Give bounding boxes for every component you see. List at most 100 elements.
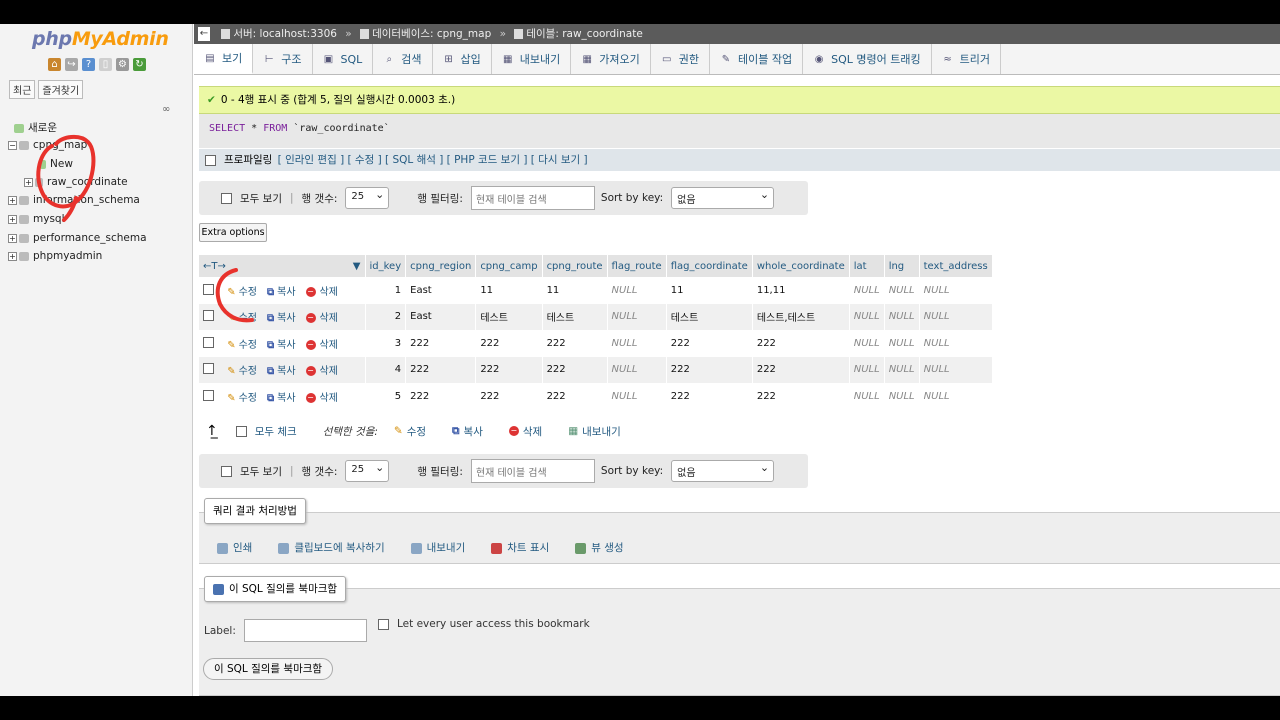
filter-input[interactable]: 현재 테이블 검색 (470, 459, 595, 483)
table-cell-flag-coordinate[interactable]: 222 (666, 383, 753, 410)
clipboard-link[interactable]: 클립보드에 복사하기 (278, 540, 385, 555)
column-header[interactable]: cpng_route (542, 255, 608, 277)
table-cell-text-address[interactable]: NULL (919, 277, 993, 304)
edit-button[interactable]: ✎ 수정 (227, 366, 257, 377)
table-cell-id-key[interactable]: 2 (365, 303, 407, 330)
table-row[interactable]: ✎ 수정 ⧉ 복사 − 삭제 5 222 222 222 NULL 222 222 NULL NULL NUL… (199, 383, 993, 410)
tab-search[interactable]: ⌕ 검색 (373, 44, 433, 74)
bulk-edit-button[interactable]: ✎ 수정 (394, 424, 426, 439)
table-cell-text-address[interactable]: NULL (919, 330, 993, 357)
column-header[interactable]: flag_route (607, 255, 667, 277)
table-cell-text-address[interactable]: NULL (919, 303, 993, 330)
help-icon[interactable]: ? (82, 58, 95, 71)
expand-icon[interactable]: + (8, 195, 17, 205)
favorites-tab[interactable]: 즐겨찾기 (38, 80, 84, 99)
table-cell-lat[interactable]: NULL (849, 303, 885, 330)
tab-import[interactable]: ▦ 가져오기 (571, 44, 651, 74)
row-checkbox[interactable] (203, 363, 214, 375)
tree-item-new-table[interactable]: New (40, 158, 73, 170)
table-cell-cpng-region[interactable]: 222 (405, 330, 477, 357)
delete-button[interactable]: − 삭제 (305, 286, 338, 298)
settings-icon[interactable]: ⚙ (116, 58, 129, 71)
profiling-links[interactable]: [ 인라인 편집 ] [ 수정 ] [ SQL 해석 ] [ PHP 코드 보기… (278, 154, 588, 166)
breadcrumb-database[interactable]: 데이터베이스: cpng_map (372, 28, 491, 40)
table-cell-cpng-region[interactable]: East (405, 277, 477, 304)
table-cell-cpng-route[interactable]: 11 (542, 277, 608, 304)
table-cell-whole-coordinate[interactable]: 222 (752, 356, 850, 383)
table-cell-lat[interactable]: NULL (849, 330, 885, 357)
table-cell-cpng-region[interactable]: East (405, 303, 477, 330)
sort-select[interactable]: 없음 (671, 187, 775, 209)
sort-dropdown-icon[interactable]: ▼ (353, 261, 361, 272)
table-cell-lng[interactable]: NULL (884, 330, 920, 357)
rows-select[interactable]: 25 (345, 187, 390, 209)
delete-button[interactable]: − 삭제 (305, 313, 338, 324)
table-cell-flag-route[interactable]: NULL (607, 303, 667, 330)
table-cell-text-address[interactable]: NULL (919, 356, 993, 383)
edit-button[interactable]: ✎ 수정 (227, 313, 257, 324)
check-all-label[interactable]: 모두 체크 (255, 424, 297, 439)
column-header[interactable]: lat (849, 255, 885, 277)
delete-button[interactable]: − 삭제 (305, 392, 338, 404)
check-all-checkbox[interactable] (235, 425, 247, 437)
expand-icon[interactable]: + (8, 251, 17, 261)
column-header[interactable]: id_key (365, 255, 407, 277)
breadcrumb-server[interactable]: 서버: localhost:3306 (233, 28, 337, 40)
table-cell-whole-coordinate[interactable]: 테스트,테스트 (752, 303, 850, 330)
table-cell-cpng-camp[interactable]: 테스트 (475, 303, 543, 330)
copy-button[interactable]: ⧉ 복사 (267, 287, 296, 298)
column-header[interactable]: cpng_region (405, 255, 477, 277)
tree-item-information-schema[interactable]: + information_schema (8, 194, 140, 206)
table-cell-cpng-route[interactable]: 222 (542, 383, 608, 410)
export-link[interactable]: 내보내기 (410, 540, 465, 555)
delete-button[interactable]: − 삭제 (305, 339, 338, 351)
profiling-checkbox[interactable] (205, 154, 216, 166)
table-cell-cpng-region[interactable]: 222 (405, 383, 477, 410)
rows-select[interactable]: 25 (345, 460, 390, 482)
row-checkbox[interactable] (203, 310, 214, 322)
tab-structure[interactable]: ⊢ 구조 (253, 44, 313, 74)
bulk-copy-button[interactable]: ⧉ 복사 (452, 424, 483, 439)
tree-item-phpmyadmin[interactable]: + phpmyadmin (8, 250, 102, 262)
table-cell-cpng-camp[interactable]: 222 (475, 356, 543, 383)
table-cell-cpng-camp[interactable]: 222 (475, 383, 543, 410)
table-cell-cpng-camp[interactable]: 222 (475, 330, 543, 357)
table-cell-flag-coordinate[interactable]: 11 (666, 277, 753, 304)
sort-select[interactable]: 없음 (671, 460, 775, 482)
table-cell-text-address[interactable]: NULL (919, 383, 993, 410)
tab-sql[interactable]: ▣ SQL (313, 44, 374, 74)
print-link[interactable]: 인쇄 (217, 540, 252, 555)
table-cell-cpng-route[interactable]: 테스트 (542, 303, 608, 330)
table-cell-lng[interactable]: NULL (884, 277, 920, 304)
tab-privileges[interactable]: ▭ 권한 (651, 44, 710, 74)
copy-button[interactable]: ⧉ 복사 (267, 393, 296, 404)
edit-button[interactable]: ✎ 수정 (227, 340, 257, 351)
breadcrumb-table[interactable]: 테이블: raw_coordinate (526, 28, 642, 40)
delete-button[interactable]: − 삭제 (305, 366, 338, 377)
tree-item-performance-schema[interactable]: + performance_schema (8, 232, 147, 244)
table-cell-flag-route[interactable]: NULL (607, 330, 667, 357)
bulk-export-button[interactable]: ▦ 내보내기 (568, 424, 621, 439)
tab-export[interactable]: ▦ 내보내기 (492, 44, 572, 74)
table-cell-whole-coordinate[interactable]: 222 (752, 383, 850, 410)
bookmark-submit-button[interactable]: 이 SQL 질의를 북마크함 (203, 658, 334, 680)
table-cell-lng[interactable]: NULL (884, 356, 920, 383)
table-cell-lat[interactable]: NULL (849, 356, 885, 383)
column-header[interactable]: lng (884, 255, 920, 277)
edit-button[interactable]: ✎ 수정 (227, 287, 257, 298)
table-cell-cpng-route[interactable]: 222 (542, 330, 608, 357)
column-header[interactable]: flag_coordinate (666, 255, 753, 277)
copy-button[interactable]: ⧉ 복사 (267, 366, 296, 377)
edit-button[interactable]: ✎ 수정 (227, 393, 257, 404)
tab-browse[interactable]: ▤ 보기 (194, 44, 254, 74)
expand-icon[interactable]: + (24, 177, 33, 187)
link-icon[interactable]: ∞ (162, 104, 170, 115)
table-cell-flag-coordinate[interactable]: 222 (666, 330, 753, 357)
table-row[interactable]: ✎ 수정 ⧉ 복사 − 삭제 2 East 테스트 테스트 NULL 테스트 테스트,테스트 NULL NU… (199, 303, 993, 330)
tab-insert[interactable]: ⊞ 삽입 (433, 44, 492, 74)
tree-item-raw-coordinate[interactable]: + raw_coordinate (24, 176, 128, 188)
table-row[interactable]: ✎ 수정 ⧉ 복사 − 삭제 4 222 222 222 NULL 222 222 NULL NULL NUL… (199, 356, 993, 383)
show-all-checkbox[interactable] (221, 465, 232, 477)
table-cell-lat[interactable]: NULL (849, 277, 885, 304)
table-cell-lng[interactable]: NULL (884, 303, 920, 330)
